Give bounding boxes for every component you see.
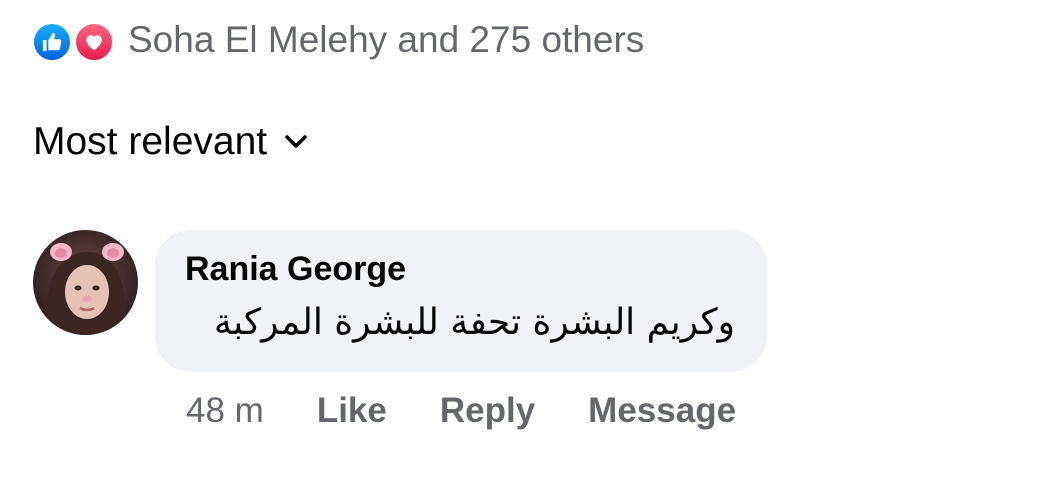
comment-bubble: Rania George وكريم البشرة تحفة للبشرة ال… <box>155 230 767 372</box>
reaction-icons <box>32 20 120 62</box>
like-button[interactable]: Like <box>317 391 387 431</box>
reply-button[interactable]: Reply <box>440 391 535 431</box>
comments-panel: Soha El Melehy and 275 others Most relev… <box>0 0 1060 482</box>
chevron-down-icon <box>283 129 309 155</box>
comment-timestamp[interactable]: 48 m <box>186 391 264 431</box>
reactions-summary[interactable]: Soha El Melehy and 275 others <box>32 18 644 62</box>
reactions-count-text: Soha El Melehy and 275 others <box>128 19 645 60</box>
message-button[interactable]: Message <box>588 391 736 431</box>
comment-text: وكريم البشرة تحفة للبشرة المركبة <box>213 302 735 343</box>
comment-author[interactable]: Rania George <box>185 250 406 289</box>
comment-actions: 48 m Like Reply Message <box>186 388 736 434</box>
sort-label: Most relevant <box>33 120 268 163</box>
avatar[interactable] <box>33 230 138 335</box>
thumbs-up-icon <box>32 22 72 62</box>
heart-icon <box>74 22 114 62</box>
sort-dropdown[interactable]: Most relevant <box>33 118 309 166</box>
